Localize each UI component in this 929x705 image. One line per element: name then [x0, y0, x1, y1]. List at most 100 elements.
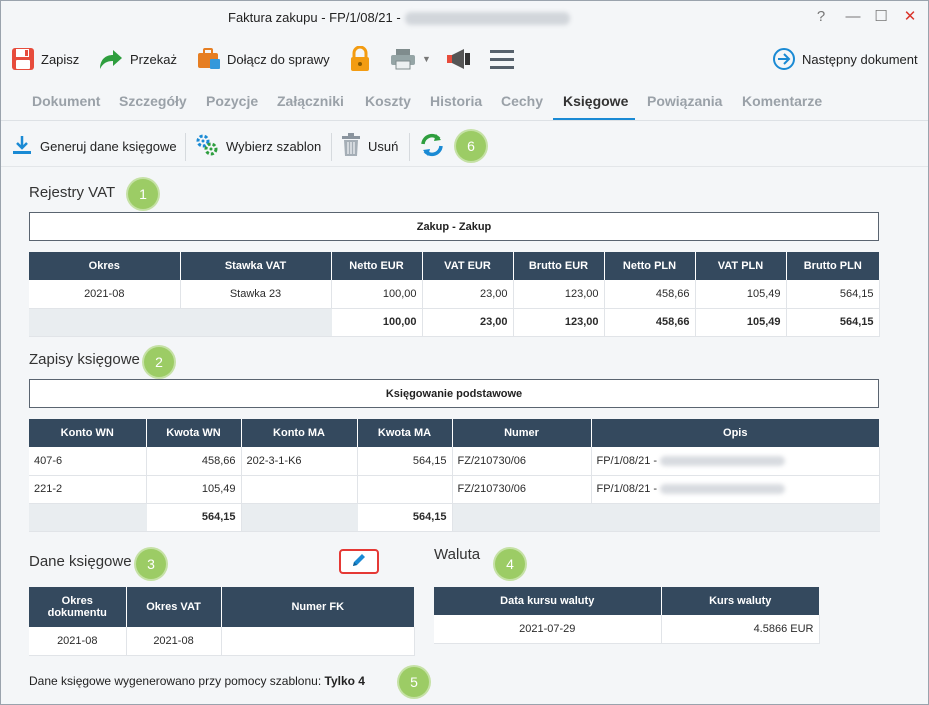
save-button[interactable]: Zapisz	[11, 39, 79, 79]
delete-label: Usuń	[368, 138, 399, 154]
maximize-button[interactable]: ☐	[872, 8, 890, 26]
total-cell: 105,49	[695, 308, 787, 337]
table-cell: Stawka 23	[180, 280, 332, 309]
total-cell: 458,66	[604, 308, 696, 337]
tab-powiazania[interactable]: Powiązania	[647, 93, 722, 109]
table-header-row: Data kursu waluty Kurs waluty	[434, 587, 819, 615]
table-total-row: 100,00 23,00 123,00 458,66 105,49 564,15	[29, 308, 880, 337]
table-total-row: 564,15 564,15	[29, 503, 880, 532]
table-cell	[221, 627, 415, 656]
tab-dokument[interactable]: Dokument	[32, 93, 100, 109]
vat-table: Okres Stawka VAT Netto EUR VAT EUR Brutt…	[29, 252, 880, 337]
entries-label: Księgowanie podstawowe	[29, 379, 879, 408]
column-header: Numer	[452, 419, 592, 447]
column-header: Okres dokumentu	[29, 587, 127, 627]
table-cell: 564,15	[786, 280, 880, 309]
table-cell: 123,00	[513, 280, 605, 309]
refresh-button[interactable]	[419, 125, 445, 167]
callout-badge-6: 6	[456, 131, 486, 161]
choose-template-button[interactable]: Wybierz szablon	[195, 125, 321, 167]
lock-button[interactable]	[349, 39, 371, 79]
minimize-button[interactable]: —	[844, 8, 862, 26]
refresh-icon	[419, 132, 445, 161]
edit-accounting-button[interactable]	[339, 549, 379, 574]
table-cell: 564,15	[357, 447, 453, 476]
table-cell: 2021-08	[29, 627, 127, 656]
tab-ksiegowe[interactable]: Księgowe	[563, 93, 628, 109]
table-row[interactable]: 2021-08 2021-08	[29, 627, 415, 656]
callout-badge-5: 5	[399, 667, 429, 697]
accounting-table: Okres dokumentu Okres VAT Numer FK 2021-…	[29, 587, 415, 656]
blurred-text	[660, 455, 786, 466]
announce-button[interactable]	[446, 39, 472, 79]
tab-szczegoly[interactable]: Szczegóły	[119, 93, 187, 109]
table-cell: 2021-08	[29, 280, 181, 309]
table-row[interactable]: 221-2 105,49 FZ/210730/06 FP/1/08/21 -	[29, 475, 880, 504]
column-header: Okres	[29, 252, 181, 280]
floppy-disk-icon	[11, 47, 35, 71]
empty-cell	[452, 503, 880, 532]
megaphone-icon	[446, 47, 472, 71]
attach-to-case-button[interactable]: Dołącz do sprawy	[197, 39, 330, 79]
save-label: Zapisz	[41, 51, 80, 67]
generate-label: Generuj dane księgowe	[40, 138, 177, 154]
menu-button[interactable]	[489, 39, 515, 79]
forward-button[interactable]: Przekaż	[98, 39, 177, 79]
toolbar-divider	[185, 133, 186, 161]
total-cell: 564,15	[786, 308, 880, 337]
table-row[interactable]: 2021-08 Stawka 23 100,00 23,00 123,00 45…	[29, 280, 880, 309]
next-document-button[interactable]: Następny dokument	[772, 39, 918, 79]
tab-komentarze[interactable]: Komentarze	[742, 93, 822, 109]
total-cell: 123,00	[513, 308, 605, 337]
entries-table: Konto WN Kwota WN Konto MA Kwota MA Nume…	[29, 419, 880, 532]
table-row[interactable]: 2021-07-29 4.5866 EUR	[434, 615, 820, 644]
table-cell: FZ/210730/06	[452, 447, 592, 476]
toolbar-divider	[409, 133, 410, 161]
pencil-icon	[351, 552, 367, 571]
total-cell: 564,15	[357, 503, 453, 532]
tab-cechy[interactable]: Cechy	[501, 93, 543, 109]
close-button[interactable]: ✕	[901, 8, 919, 26]
table-cell: 2021-08	[126, 627, 222, 656]
table-row[interactable]: 407-6 458,66 202-3-1-K6 564,15 FZ/210730…	[29, 447, 880, 476]
window-title-text: Faktura zakupu - FP/1/08/21 -	[228, 10, 401, 25]
toolbar-divider	[331, 133, 332, 161]
column-header: Netto EUR	[331, 252, 423, 280]
table-cell: 23,00	[422, 280, 514, 309]
column-header: Brutto PLN	[786, 252, 879, 280]
print-button[interactable]: ▼	[390, 39, 431, 79]
template-name: Tylko 4	[324, 674, 365, 688]
generate-accounting-button[interactable]: Generuj dane księgowe	[11, 125, 177, 167]
column-header: Konto MA	[241, 419, 358, 447]
template-label: Wybierz szablon	[226, 138, 322, 154]
column-header: Netto PLN	[604, 252, 696, 280]
template-note: Dane księgowe wygenerowano przy pomocy s…	[29, 674, 365, 688]
table-cell: 221-2	[29, 475, 147, 504]
total-cell: 23,00	[422, 308, 514, 337]
column-header: Data kursu waluty	[434, 587, 662, 615]
total-cell: 564,15	[146, 503, 242, 532]
tab-koszty[interactable]: Koszty	[365, 93, 411, 109]
tab-zalaczniki[interactable]: Załączniki	[277, 93, 344, 109]
tab-pozycje[interactable]: Pozycje	[206, 93, 258, 109]
tab-historia[interactable]: Historia	[430, 93, 482, 109]
column-header: Kwota MA	[357, 419, 453, 447]
title-bar: Faktura zakupu - FP/1/08/21 - ? — ☐ ✕	[1, 1, 928, 35]
delete-button[interactable]: Usuń	[341, 125, 398, 167]
currency-title: Waluta	[434, 546, 481, 563]
arrow-right-circle-icon	[772, 47, 796, 71]
vat-register-name: Zakup - Zakup	[29, 212, 879, 241]
table-header-row: Konto WN Kwota WN Konto MA Kwota MA Nume…	[29, 419, 879, 447]
table-cell: FZ/210730/06	[452, 475, 592, 504]
column-header: Brutto EUR	[513, 252, 605, 280]
column-header: Stawka VAT	[180, 252, 332, 280]
accounting-data-title: Dane księgowe	[29, 553, 132, 570]
table-cell: 458,66	[604, 280, 696, 309]
table-cell	[241, 475, 358, 504]
vat-registers-title: Rejestry VAT	[29, 184, 116, 201]
description-text: FP/1/08/21 -	[596, 454, 658, 467]
empty-cell	[29, 308, 332, 337]
entries-title: Zapisy księgowe	[29, 351, 140, 368]
blurred-text	[660, 484, 786, 495]
help-button[interactable]: ?	[812, 8, 830, 26]
